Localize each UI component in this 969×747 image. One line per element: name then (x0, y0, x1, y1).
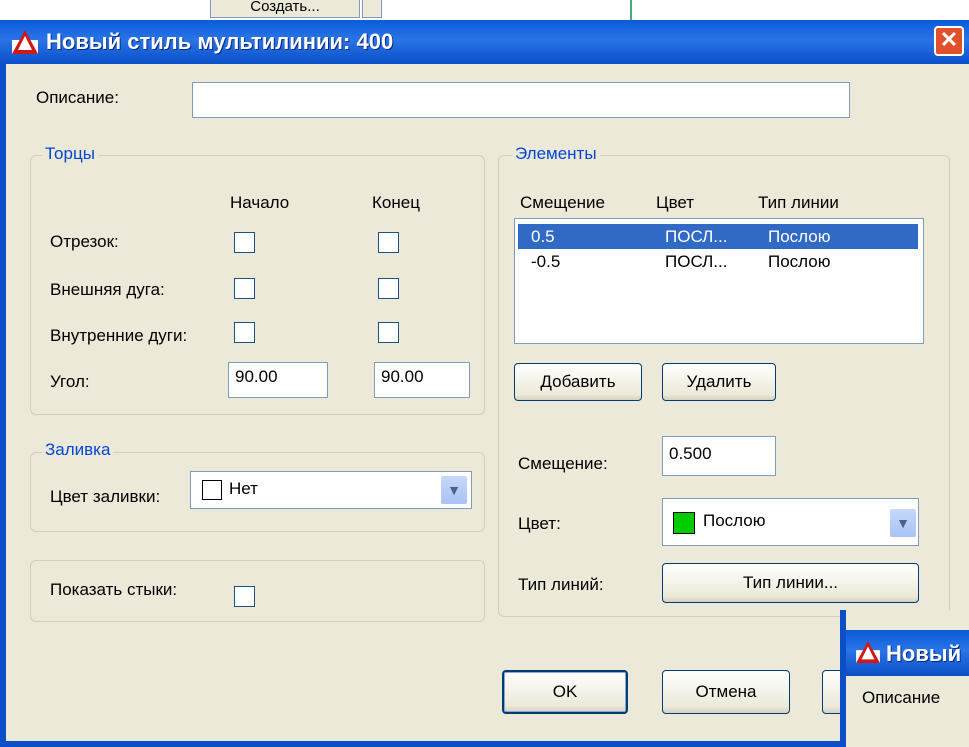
element-color-select[interactable]: Послою ▼ (662, 498, 919, 546)
fill-color-select[interactable]: Нет ▼ (190, 471, 472, 509)
cancel-button[interactable]: Отмена (662, 670, 790, 714)
chevron-down-icon[interactable]: ▼ (441, 476, 467, 504)
caps-outer-arc-end-checkbox[interactable] (378, 278, 399, 299)
fill-group-title: Заливка (42, 440, 114, 460)
element-linetype-label: Тип линий: (518, 575, 604, 594)
second-dialog-description-label: Описание (862, 688, 941, 707)
caps-line-label: Отрезок: (50, 232, 119, 251)
element-color-value: Послою (703, 511, 766, 530)
element-offset: 0.5 (531, 227, 555, 246)
autocad-app-icon (856, 641, 880, 663)
list-item[interactable]: 0.5 ПОСЛ... Послою (518, 224, 918, 249)
close-button[interactable]: ✕ (934, 26, 964, 56)
background-create-button[interactable]: Создать... (210, 0, 360, 18)
fill-color-label: Цвет заливки: (50, 487, 161, 506)
close-icon: ✕ (939, 27, 959, 52)
element-offset: -0.5 (531, 252, 561, 271)
caps-inner-arcs-label: Внутренние дуги: (50, 326, 188, 345)
elements-linetype-header: Тип линии (758, 193, 839, 212)
list-item[interactable]: -0.5 ПОСЛ... Послою (518, 249, 918, 274)
caps-outer-arc-start-checkbox[interactable] (234, 278, 255, 299)
caps-outer-arc-label: Внешняя дуга: (50, 280, 165, 299)
background-button[interactable] (362, 0, 382, 18)
element-color: ПОСЛ... (665, 252, 728, 271)
element-linetype: Послою (768, 227, 831, 246)
elements-offset-header: Смещение (520, 193, 606, 212)
caps-inner-arcs-start-checkbox[interactable] (234, 322, 255, 343)
background-window (0, 0, 969, 20)
element-color: ПОСЛ... (665, 227, 728, 246)
element-linetype-button[interactable]: Тип линии... (662, 563, 919, 603)
element-linetype: Послою (768, 252, 831, 271)
caps-angle-label: Угол: (50, 372, 90, 391)
caps-start-header: Начало (230, 193, 290, 212)
caps-line-end-checkbox[interactable] (378, 232, 399, 253)
background-line (630, 0, 632, 20)
caps-end-header: Конец (372, 193, 420, 212)
elements-color-header: Цвет (656, 193, 695, 212)
element-color-label: Цвет: (518, 514, 561, 533)
chevron-down-icon[interactable]: ▼ (890, 509, 916, 537)
caps-angle-start-input[interactable]: 90.00 (228, 362, 328, 398)
fill-color-swatch (202, 480, 222, 500)
show-joints-checkbox[interactable] (234, 586, 255, 607)
ok-button[interactable]: OK (502, 670, 628, 714)
elements-list[interactable]: 0.5 ПОСЛ... Послою -0.5 ПОСЛ... Послою (514, 218, 924, 344)
add-element-button[interactable]: Добавить (514, 363, 642, 401)
second-dialog-title: Новый (886, 641, 962, 666)
description-label: Описание: (36, 88, 119, 107)
autocad-app-icon (12, 30, 38, 54)
window-border-bottom (0, 741, 969, 747)
caps-angle-end-input[interactable]: 90.00 (374, 362, 470, 398)
caps-line-start-checkbox[interactable] (234, 232, 255, 253)
element-offset-input[interactable]: 0.500 (662, 436, 776, 476)
window-title: Новый стиль мультилинии: 400 (46, 29, 394, 54)
fill-color-value: Нет (229, 479, 258, 498)
caps-group-title: Торцы (42, 144, 98, 164)
window-border (0, 64, 6, 747)
elements-group-title: Элементы (512, 144, 600, 164)
caps-inner-arcs-end-checkbox[interactable] (378, 322, 399, 343)
show-joints-label: Показать стыки: (50, 580, 178, 599)
element-color-swatch (673, 512, 695, 534)
element-offset-label: Смещение: (518, 454, 608, 473)
description-input[interactable] (192, 82, 850, 118)
delete-element-button[interactable]: Удалить (662, 363, 776, 401)
